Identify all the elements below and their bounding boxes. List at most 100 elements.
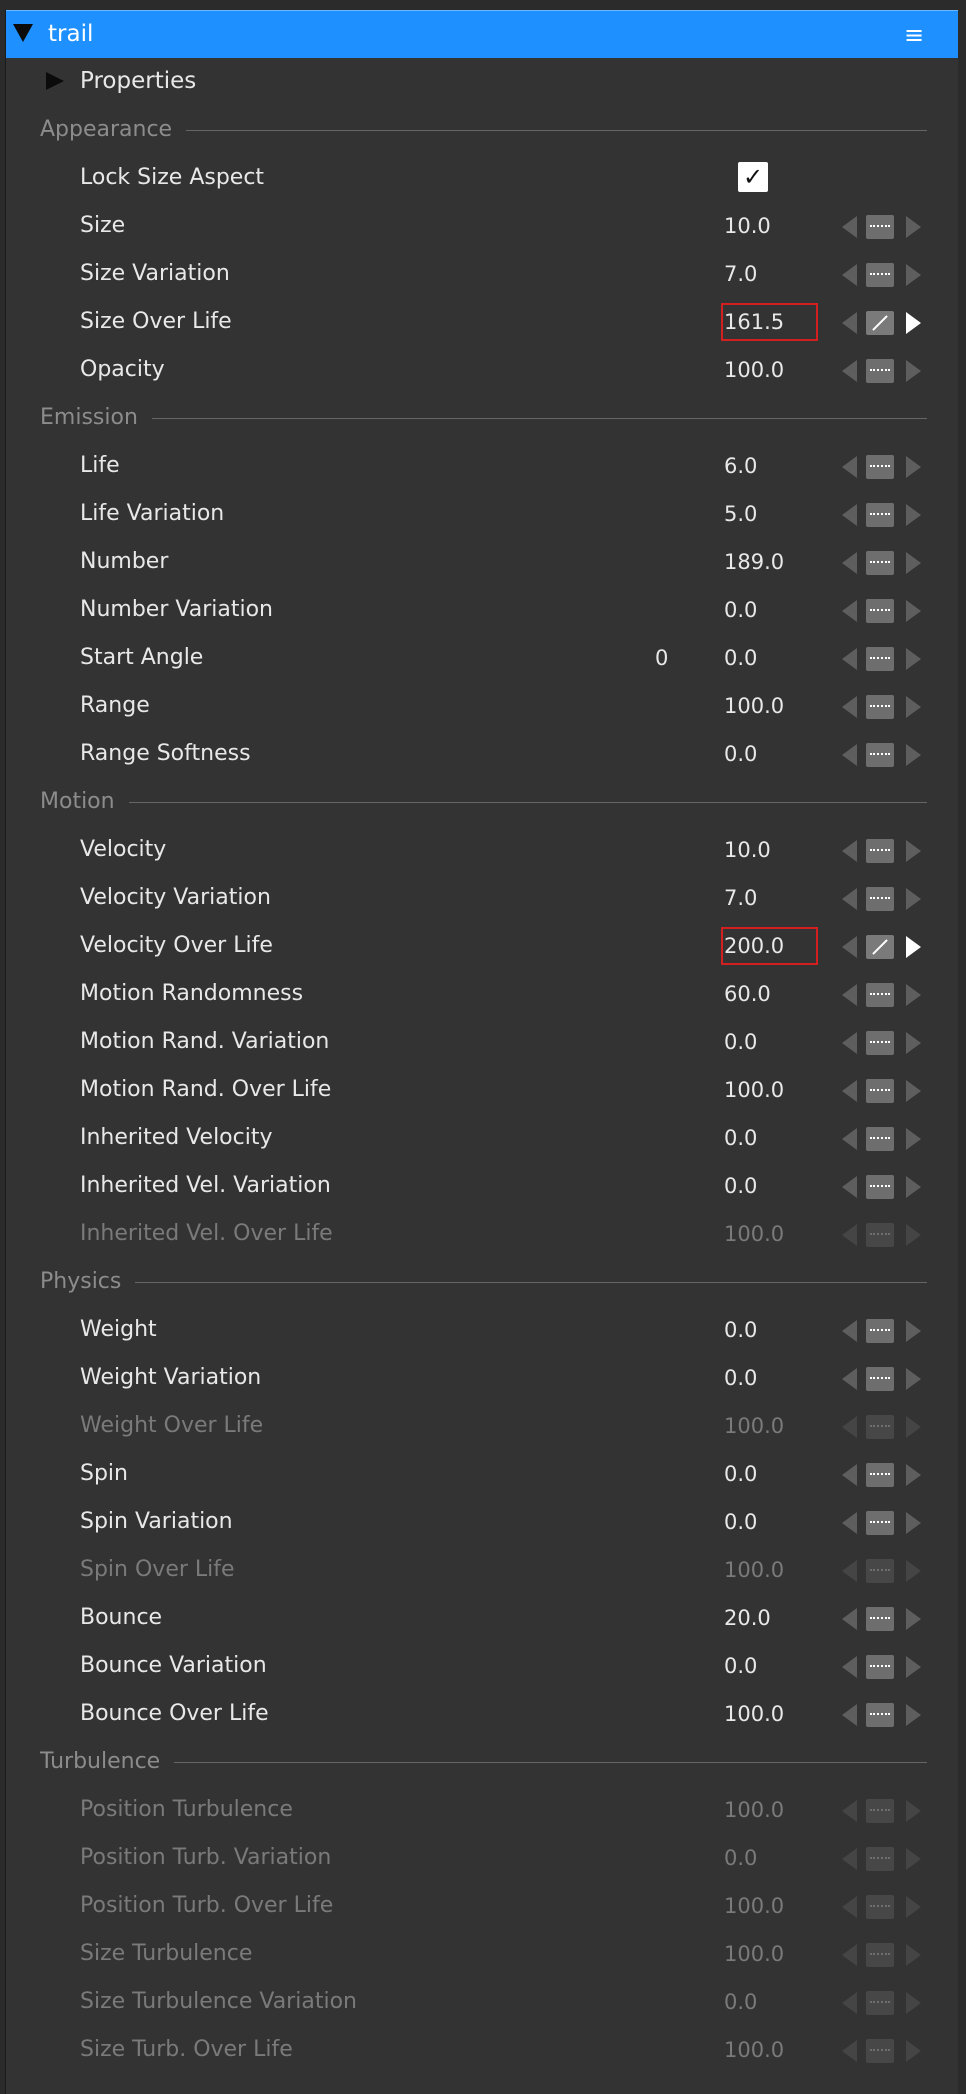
param-value-field[interactable]: 0.0 [724, 642, 757, 674]
next-keyframe-icon[interactable] [906, 744, 921, 766]
previous-keyframe-icon[interactable] [842, 1512, 857, 1534]
next-keyframe-icon[interactable] [906, 1032, 921, 1054]
next-keyframe-icon[interactable] [906, 1320, 921, 1342]
previous-keyframe-icon[interactable] [842, 1464, 857, 1486]
next-keyframe-icon[interactable] [906, 840, 921, 862]
next-keyframe-icon[interactable] [906, 1704, 921, 1726]
keyframe-toggle-icon[interactable] [866, 1175, 894, 1199]
previous-keyframe-icon[interactable] [842, 1704, 857, 1726]
collapse-triangle-icon[interactable] [13, 24, 33, 42]
previous-keyframe-icon[interactable] [842, 600, 857, 622]
next-keyframe-icon[interactable] [906, 648, 921, 670]
keyframe-toggle-icon[interactable] [866, 983, 894, 1007]
previous-keyframe-icon[interactable] [842, 984, 857, 1006]
previous-keyframe-icon[interactable] [842, 936, 857, 958]
keyframe-toggle-icon[interactable] [866, 695, 894, 719]
keyframe-toggle-icon[interactable] [866, 1463, 894, 1487]
previous-keyframe-icon[interactable] [842, 504, 857, 526]
param-value-field[interactable]: 0.0 [724, 1650, 757, 1682]
param-value-field[interactable]: 0.0 [724, 1026, 757, 1058]
keyframe-toggle-icon[interactable] [866, 455, 894, 479]
next-keyframe-icon[interactable] [906, 696, 921, 718]
previous-keyframe-icon[interactable] [842, 888, 857, 910]
previous-keyframe-icon[interactable] [842, 1032, 857, 1054]
previous-keyframe-icon[interactable] [842, 216, 857, 238]
previous-keyframe-icon[interactable] [842, 744, 857, 766]
keyframe-toggle-icon[interactable] [866, 743, 894, 767]
keyframe-toggle-icon[interactable] [866, 1703, 894, 1727]
next-keyframe-icon[interactable] [906, 1656, 921, 1678]
previous-keyframe-icon[interactable] [842, 1656, 857, 1678]
keyframe-toggle-icon[interactable] [866, 263, 894, 287]
keyframe-toggle-icon[interactable] [866, 215, 894, 239]
param-value-field[interactable]: 161.5 [724, 306, 784, 338]
previous-keyframe-icon[interactable] [842, 264, 857, 286]
keyframe-toggle-icon[interactable] [866, 1367, 894, 1391]
param-value-field[interactable]: 10.0 [724, 834, 771, 866]
keyframe-toggle-icon[interactable] [866, 1655, 894, 1679]
param-value-field[interactable]: 20.0 [724, 1602, 771, 1634]
next-keyframe-icon[interactable] [906, 1128, 921, 1150]
keyframe-curve-icon[interactable] [866, 935, 894, 959]
previous-keyframe-icon[interactable] [842, 552, 857, 574]
keyframe-toggle-icon[interactable] [866, 551, 894, 575]
keyframe-toggle-icon[interactable] [866, 1511, 894, 1535]
keyframe-toggle-icon[interactable] [866, 359, 894, 383]
next-keyframe-icon[interactable] [906, 1512, 921, 1534]
next-keyframe-icon[interactable] [906, 600, 921, 622]
param-value-field[interactable]: 0.0 [724, 594, 757, 626]
param-value-field[interactable]: 0.0 [724, 1506, 757, 1538]
param-value-field[interactable]: 7.0 [724, 882, 757, 914]
next-keyframe-icon[interactable] [906, 888, 921, 910]
next-keyframe-icon[interactable] [906, 552, 921, 574]
param-value-field[interactable]: 0.0 [724, 1362, 757, 1394]
keyframe-toggle-icon[interactable] [866, 503, 894, 527]
keyframe-toggle-icon[interactable] [866, 647, 894, 671]
next-keyframe-icon[interactable] [906, 1368, 921, 1390]
param-value-field[interactable]: 0.0 [724, 1170, 757, 1202]
keyframe-curve-icon[interactable] [866, 311, 894, 335]
param-value-field[interactable]: 0.0 [724, 738, 757, 770]
properties-group[interactable]: Properties [6, 58, 958, 106]
next-keyframe-icon[interactable] [906, 456, 921, 478]
previous-keyframe-icon[interactable] [842, 312, 857, 334]
previous-keyframe-icon[interactable] [842, 1608, 857, 1630]
param-value-field[interactable]: 60.0 [724, 978, 771, 1010]
param-value-field[interactable]: 100.0 [724, 1698, 784, 1730]
previous-keyframe-icon[interactable] [842, 1320, 857, 1342]
hamburger-menu-icon[interactable]: ≡ [904, 23, 924, 47]
next-keyframe-icon[interactable] [906, 216, 921, 238]
param-value-field[interactable]: 100.0 [724, 354, 784, 386]
param-value-field[interactable]: 100.0 [724, 690, 784, 722]
previous-keyframe-icon[interactable] [842, 1368, 857, 1390]
next-keyframe-icon[interactable] [906, 312, 921, 334]
next-keyframe-icon[interactable] [906, 1080, 921, 1102]
param-value-field[interactable]: 100.0 [724, 1074, 784, 1106]
param-value-field[interactable]: 7.0 [724, 258, 757, 290]
keyframe-toggle-icon[interactable] [866, 1127, 894, 1151]
lock-size-aspect-checkbox[interactable]: ✓ [738, 162, 768, 192]
previous-keyframe-icon[interactable] [842, 648, 857, 670]
param-value-field[interactable]: 189.0 [724, 546, 784, 578]
keyframe-toggle-icon[interactable] [866, 1079, 894, 1103]
previous-keyframe-icon[interactable] [842, 1080, 857, 1102]
next-keyframe-icon[interactable] [906, 1464, 921, 1486]
start-angle-revolutions[interactable]: 0 [655, 642, 668, 674]
previous-keyframe-icon[interactable] [842, 1128, 857, 1150]
param-value-field[interactable]: 200.0 [724, 930, 784, 962]
param-value-field[interactable]: 6.0 [724, 450, 757, 482]
previous-keyframe-icon[interactable] [842, 696, 857, 718]
next-keyframe-icon[interactable] [906, 504, 921, 526]
next-keyframe-icon[interactable] [906, 936, 921, 958]
keyframe-toggle-icon[interactable] [866, 1031, 894, 1055]
param-value-field[interactable]: 0.0 [724, 1458, 757, 1490]
expand-triangle-icon[interactable] [46, 72, 64, 90]
next-keyframe-icon[interactable] [906, 1608, 921, 1630]
param-value-field[interactable]: 5.0 [724, 498, 757, 530]
next-keyframe-icon[interactable] [906, 264, 921, 286]
previous-keyframe-icon[interactable] [842, 840, 857, 862]
previous-keyframe-icon[interactable] [842, 456, 857, 478]
previous-keyframe-icon[interactable] [842, 1176, 857, 1198]
next-keyframe-icon[interactable] [906, 1176, 921, 1198]
next-keyframe-icon[interactable] [906, 984, 921, 1006]
